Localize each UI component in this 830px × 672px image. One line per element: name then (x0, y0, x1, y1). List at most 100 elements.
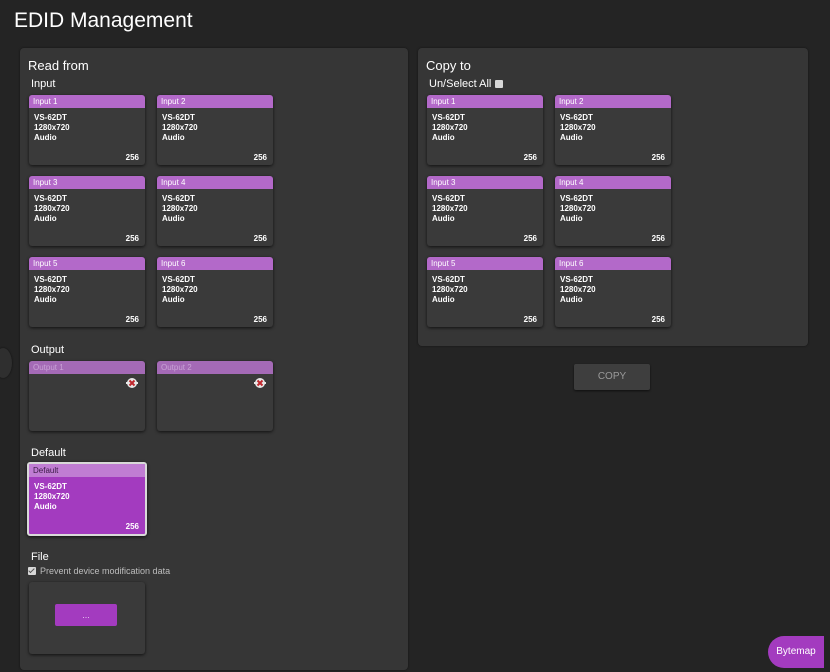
copy-to-title: Copy to (426, 58, 471, 73)
copy-input-card-3[interactable]: Input 3 VS-62DT 1280x720 Audio 256 (427, 176, 543, 246)
read-input-card-4[interactable]: Input 4 VS-62DT 1280x720 Audio 256 (157, 176, 273, 246)
card-header: Input 1 (29, 95, 145, 108)
select-all-row[interactable]: Un/Select All (429, 78, 504, 90)
card-header: Input 6 (157, 257, 273, 270)
card-resolution: 1280x720 (432, 123, 468, 132)
copy-button[interactable]: COPY (574, 364, 650, 390)
card-header: Input 4 (555, 176, 671, 189)
card-model: VS-62DT (560, 275, 593, 284)
card-audio: Audio (34, 214, 57, 223)
copy-input-card-6[interactable]: Input 6 VS-62DT 1280x720 Audio 256 (555, 257, 671, 327)
prevent-modification-checkbox[interactable] (28, 567, 36, 575)
card-resolution: 1280x720 (432, 285, 468, 294)
card-audio: Audio (560, 295, 583, 304)
card-size: 256 (523, 315, 537, 324)
default-section-label: Default (31, 447, 66, 459)
card-resolution: 1280x720 (560, 204, 596, 213)
card-audio: Audio (560, 133, 583, 142)
card-audio: Audio (162, 133, 185, 142)
card-model: VS-62DT (162, 113, 195, 122)
card-header: Input 2 (157, 95, 273, 108)
card-size: 256 (651, 153, 665, 162)
disconnected-icon (126, 378, 138, 388)
card-resolution: 1280x720 (162, 204, 198, 213)
read-from-panel: Read from Input Input 1 VS-62DT 1280x720… (20, 48, 408, 670)
card-size: 256 (253, 315, 267, 324)
select-all-label: Un/Select All (429, 78, 492, 90)
card-resolution: 1280x720 (34, 492, 70, 501)
card-size: 256 (253, 234, 267, 243)
card-resolution: 1280x720 (560, 123, 596, 132)
card-model: VS-62DT (34, 275, 67, 284)
bytemap-button[interactable]: Bytemap (768, 636, 824, 668)
select-all-checkbox[interactable] (495, 80, 504, 88)
card-resolution: 1280x720 (432, 204, 468, 213)
side-handle[interactable] (0, 348, 12, 378)
card-audio: Audio (560, 214, 583, 223)
read-from-title: Read from (28, 58, 89, 73)
card-size: 256 (523, 153, 537, 162)
read-input-card-6[interactable]: Input 6 VS-62DT 1280x720 Audio 256 (157, 257, 273, 327)
card-header: Input 4 (157, 176, 273, 189)
card-resolution: 1280x720 (34, 204, 70, 213)
card-audio: Audio (432, 214, 455, 223)
card-size: 256 (651, 234, 665, 243)
card-audio: Audio (34, 502, 57, 511)
page-title: EDID Management (14, 9, 193, 32)
copy-input-card-4[interactable]: Input 4 VS-62DT 1280x720 Audio 256 (555, 176, 671, 246)
card-model: VS-62DT (162, 275, 195, 284)
read-output-card-2[interactable]: Output 2 (157, 361, 273, 431)
card-header: Input 6 (555, 257, 671, 270)
prevent-modification-row[interactable]: Prevent device modification data (28, 566, 170, 576)
card-resolution: 1280x720 (34, 123, 70, 132)
card-header: Input 5 (427, 257, 543, 270)
card-header: Input 5 (29, 257, 145, 270)
card-model: VS-62DT (34, 113, 67, 122)
card-size: 256 (125, 522, 139, 531)
card-model: VS-62DT (432, 194, 465, 203)
card-model: VS-62DT (34, 194, 67, 203)
browse-file-button[interactable]: ... (55, 604, 117, 626)
file-section-label: File (31, 551, 49, 563)
card-audio: Audio (432, 133, 455, 142)
card-resolution: 1280x720 (162, 285, 198, 294)
copy-input-card-5[interactable]: Input 5 VS-62DT 1280x720 Audio 256 (427, 257, 543, 327)
card-resolution: 1280x720 (34, 285, 70, 294)
read-input-card-2[interactable]: Input 2 VS-62DT 1280x720 Audio 256 (157, 95, 273, 165)
input-section-label: Input (31, 78, 56, 90)
card-model: VS-62DT (432, 113, 465, 122)
card-size: 256 (125, 234, 139, 243)
card-size: 256 (523, 234, 537, 243)
output-section-label: Output (31, 344, 65, 356)
card-header: Input 2 (555, 95, 671, 108)
card-model: VS-62DT (162, 194, 195, 203)
card-header: Output 2 (157, 361, 273, 374)
card-resolution: 1280x720 (560, 285, 596, 294)
card-audio: Audio (162, 295, 185, 304)
read-input-card-5[interactable]: Input 5 VS-62DT 1280x720 Audio 256 (29, 257, 145, 327)
copy-input-card-2[interactable]: Input 2 VS-62DT 1280x720 Audio 256 (555, 95, 671, 165)
card-size: 256 (125, 153, 139, 162)
card-size: 256 (651, 315, 665, 324)
read-input-card-1[interactable]: Input 1 VS-62DT 1280x720 Audio 256 (29, 95, 145, 165)
card-header: Input 1 (427, 95, 543, 108)
copy-to-panel: Copy to Un/Select All Input 1 VS-62DT 12… (418, 48, 808, 346)
card-header: Default (29, 464, 145, 477)
copy-input-card-1[interactable]: Input 1 VS-62DT 1280x720 Audio 256 (427, 95, 543, 165)
card-size: 256 (125, 315, 139, 324)
card-model: VS-62DT (560, 194, 593, 203)
card-model: VS-62DT (34, 482, 67, 491)
card-audio: Audio (162, 214, 185, 223)
card-model: VS-62DT (432, 275, 465, 284)
card-header: Input 3 (29, 176, 145, 189)
default-card[interactable]: Default VS-62DT 1280x720 Audio 256 (27, 462, 147, 536)
disconnected-icon (254, 378, 266, 388)
read-output-card-1[interactable]: Output 1 (29, 361, 145, 431)
file-drop-box: ... (29, 582, 145, 654)
card-header: Input 3 (427, 176, 543, 189)
read-input-card-3[interactable]: Input 3 VS-62DT 1280x720 Audio 256 (29, 176, 145, 246)
card-audio: Audio (34, 133, 57, 142)
card-resolution: 1280x720 (162, 123, 198, 132)
card-header: Output 1 (29, 361, 145, 374)
card-size: 256 (253, 153, 267, 162)
